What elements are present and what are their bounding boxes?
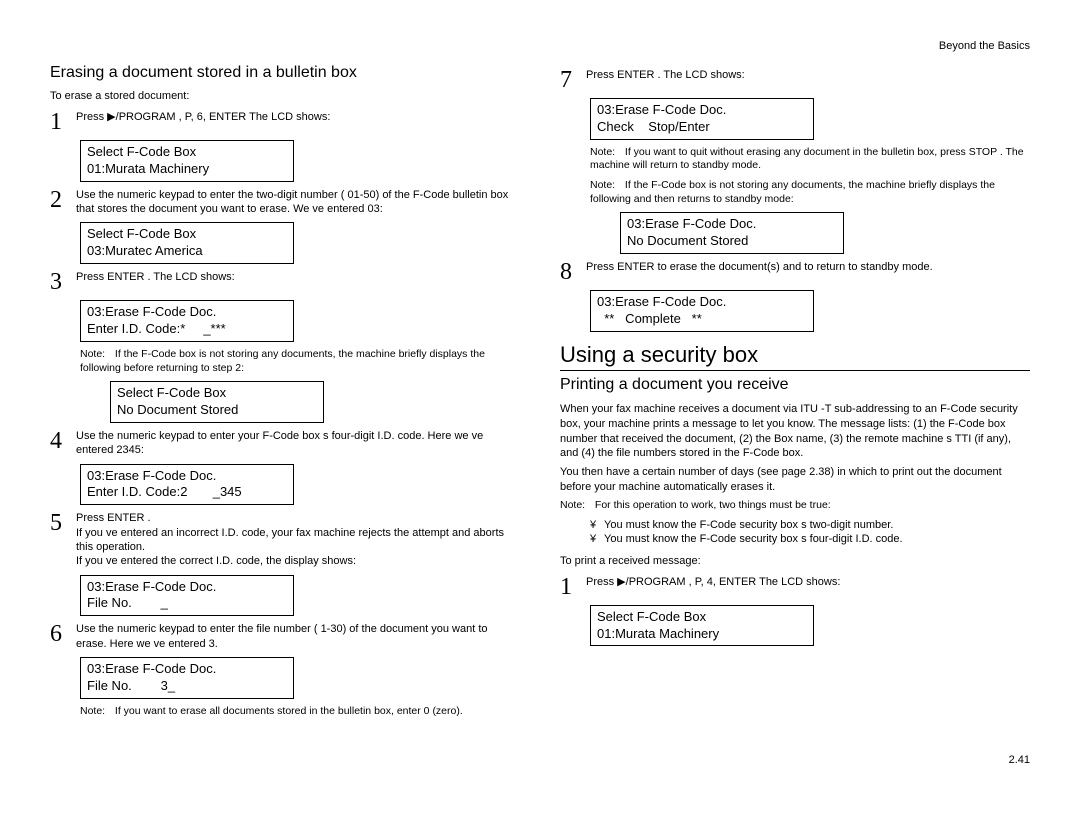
page-number: 2.41 — [50, 754, 1030, 766]
step-6: 6 Use the numeric keypad to enter the fi… — [50, 622, 520, 651]
subsection-heading-printing: Printing a document you receive — [560, 376, 1030, 394]
step-text: Press ▶/PROGRAM , P, 4, ENTER The LCD sh… — [586, 575, 1030, 589]
step-4: 4 Use the numeric keypad to enter your F… — [50, 429, 520, 458]
step-text: Use the numeric keypad to enter the two-… — [76, 188, 520, 217]
left-column: Erasing a document stored in a bulletin … — [50, 62, 520, 724]
note-text: If the F-Code box is not storing any doc… — [80, 348, 485, 374]
step-number: 7 — [560, 68, 586, 92]
lcd-display: 03:Erase F-Code Doc. Enter I.D. Code:2 _… — [80, 464, 294, 506]
lcd-display: 03:Erase F-Code Doc. No Document Stored — [620, 212, 844, 254]
paragraph: You then have a certain number of days (… — [560, 465, 1030, 495]
note-label: Note: — [590, 146, 622, 160]
note-text: If you want to erase all documents store… — [115, 705, 463, 717]
note: Note: If the F-Code box is not storing a… — [80, 348, 520, 375]
bullet-item: ¥You must know the F-Code security box s… — [590, 519, 1030, 531]
step-text: Press ENTER . The LCD shows: — [586, 68, 1030, 82]
step-number: 3 — [50, 270, 76, 294]
right-column: 7 Press ENTER . The LCD shows: 03:Erase … — [560, 62, 1030, 724]
step-text: Use the numeric keypad to enter your F-C… — [76, 429, 520, 458]
lcd-display: 03:Erase F-Code Doc. Check Stop/Enter — [590, 98, 814, 140]
lcd-display: Select F-Code Box 03:Muratec America — [80, 222, 294, 264]
bullet-text: You must know the F-Code security box s … — [604, 533, 903, 545]
note-label: Note: — [560, 499, 592, 513]
step-number: 8 — [560, 260, 586, 284]
intro-text: To print a received message: — [560, 555, 1030, 567]
section-heading-erasing: Erasing a document stored in a bulletin … — [50, 64, 520, 82]
lcd-display: 03:Erase F-Code Doc. File No. _ — [80, 575, 294, 617]
note: Note: If you want to erase all documents… — [80, 705, 520, 719]
page-columns: Erasing a document stored in a bulletin … — [50, 62, 1030, 724]
step-number: 1 — [560, 575, 586, 599]
step-text: Press ENTER . The LCD shows: — [76, 270, 520, 284]
step-text: Use the numeric keypad to enter the file… — [76, 622, 520, 651]
step-text: Press ENTER to erase the document(s) and… — [586, 260, 1030, 274]
bullet-item: ¥You must know the F-Code security box s… — [590, 533, 1030, 545]
step-number: 5 — [50, 511, 76, 535]
section-heading-security: Using a security box — [560, 342, 1030, 371]
step-1: 1 Press ▶/PROGRAM , P, 6, ENTER The LCD … — [50, 110, 520, 134]
lcd-display: 03:Erase F-Code Doc. File No. 3_ — [80, 657, 294, 699]
intro-text: To erase a stored document: — [50, 90, 520, 102]
lcd-display: 03:Erase F-Code Doc. Enter I.D. Code:* _… — [80, 300, 294, 342]
note: Note: For this operation to work, two th… — [560, 499, 1030, 513]
step-text: Press ENTER . If you ve entered an incor… — [76, 511, 520, 568]
step-line: Press ENTER . — [76, 512, 151, 524]
header-section: Beyond the Basics — [50, 40, 1030, 52]
step-line: If you ve entered an incorrect I.D. code… — [76, 527, 504, 553]
step-number: 6 — [50, 622, 76, 646]
step-5: 5 Press ENTER . If you ve entered an inc… — [50, 511, 520, 568]
step-line: If you ve entered the correct I.D. code,… — [76, 555, 356, 567]
note-text: For this operation to work, two things m… — [595, 499, 831, 511]
step-number: 4 — [50, 429, 76, 453]
paragraph: When your fax machine receives a documen… — [560, 402, 1030, 461]
bullet-marker: ¥ — [590, 519, 604, 531]
lcd-display: 03:Erase F-Code Doc. ** Complete ** — [590, 290, 814, 332]
note-text: If you want to quit without erasing any … — [590, 146, 1024, 172]
note-label: Note: — [80, 348, 112, 362]
step-number: 1 — [50, 110, 76, 134]
bullet-marker: ¥ — [590, 533, 604, 545]
step-2: 2 Use the numeric keypad to enter the tw… — [50, 188, 520, 217]
note: Note: If the F-Code box is not storing a… — [590, 179, 1030, 206]
lcd-display: Select F-Code Box No Document Stored — [110, 381, 324, 423]
step-number: 2 — [50, 188, 76, 212]
step-b1: 1 Press ▶/PROGRAM , P, 4, ENTER The LCD … — [560, 575, 1030, 599]
step-8: 8 Press ENTER to erase the document(s) a… — [560, 260, 1030, 284]
step-text: Press ▶/PROGRAM , P, 6, ENTER The LCD sh… — [76, 110, 520, 124]
lcd-display: Select F-Code Box 01:Murata Machinery — [590, 605, 814, 647]
note-label: Note: — [80, 705, 112, 719]
note-text: If the F-Code box is not storing any doc… — [590, 179, 995, 205]
lcd-display: Select F-Code Box 01:Murata Machinery — [80, 140, 294, 182]
note-label: Note: — [590, 179, 622, 193]
step-3: 3 Press ENTER . The LCD shows: — [50, 270, 520, 294]
step-7: 7 Press ENTER . The LCD shows: — [560, 68, 1030, 92]
bullet-text: You must know the F-Code security box s … — [604, 519, 893, 531]
note: Note: If you want to quit without erasin… — [590, 146, 1030, 173]
